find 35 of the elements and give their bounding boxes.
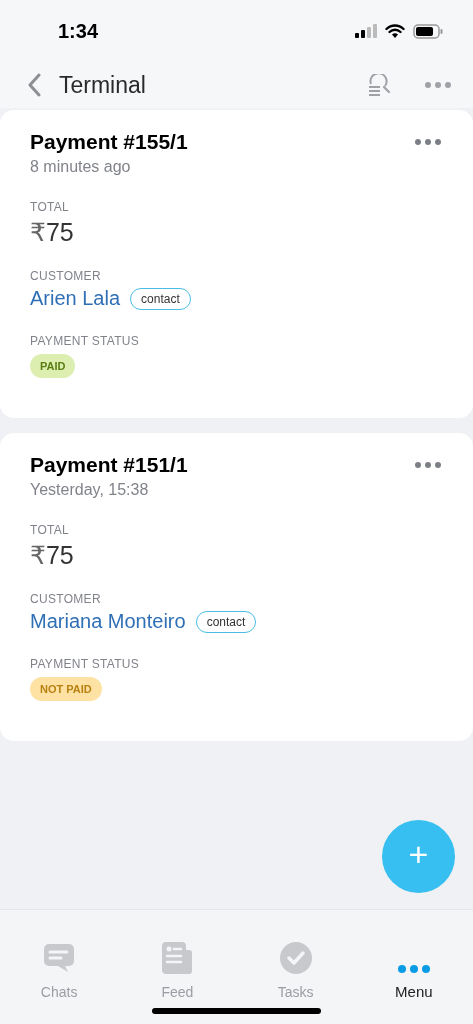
field-label: CUSTOMER	[30, 269, 102, 283]
payment-title: Payment #151/1	[30, 453, 188, 477]
signal-icon	[355, 24, 377, 38]
field-label: PAYMENT STATUS	[30, 334, 141, 348]
more-icon[interactable]	[425, 82, 451, 88]
chat-bubble-icon	[43, 942, 76, 974]
more-icon	[397, 965, 430, 973]
customer-link[interactable]: Arien Lala	[30, 287, 121, 310]
status-badge: NOT PAID	[30, 677, 102, 701]
payment-card[interactable]: Payment #151/1 Yesterday, 15:38 TOTAL ₹75 CUSTOMER Mariana Monteiro contact PAYMENT STATUS NOT PAID	[0, 433, 473, 741]
checkmark-icon	[279, 942, 312, 974]
payment-card[interactable]: Payment #155/1 8 minutes ago TOTAL ₹75 CUSTOMER Arien Lala contact PAYMENT STATUS PAID	[0, 110, 473, 418]
search-list-icon[interactable]	[367, 74, 391, 96]
payment-time: 8 minutes ago	[30, 158, 132, 176]
status-badge: PAID	[30, 354, 76, 378]
field-label: PAYMENT STATUS	[30, 657, 141, 671]
more-icon[interactable]	[415, 462, 441, 468]
field-label: TOTAL	[30, 200, 71, 214]
amount-value: 75	[45, 218, 74, 246]
currency-symbol: ₹	[30, 218, 46, 246]
payment-time: Yesterday, 15:38	[30, 481, 150, 499]
status-time: 1:34	[58, 19, 99, 43]
payment-title: Payment #155/1	[30, 130, 188, 154]
wifi-icon	[385, 23, 405, 39]
customer-link[interactable]: Mariana Monteiro	[30, 610, 186, 633]
page-title: Terminal	[59, 71, 147, 99]
field-label: CUSTOMER	[30, 592, 102, 606]
newspaper-icon	[162, 942, 193, 974]
currency-symbol: ₹	[30, 541, 46, 569]
back-icon[interactable]	[27, 73, 41, 97]
more-icon[interactable]	[415, 139, 441, 145]
tab[interactable]: Menu	[354, 928, 473, 1000]
field-label: TOTAL	[30, 523, 71, 537]
amount-value: 75	[45, 541, 74, 569]
battery-icon	[413, 23, 443, 39]
